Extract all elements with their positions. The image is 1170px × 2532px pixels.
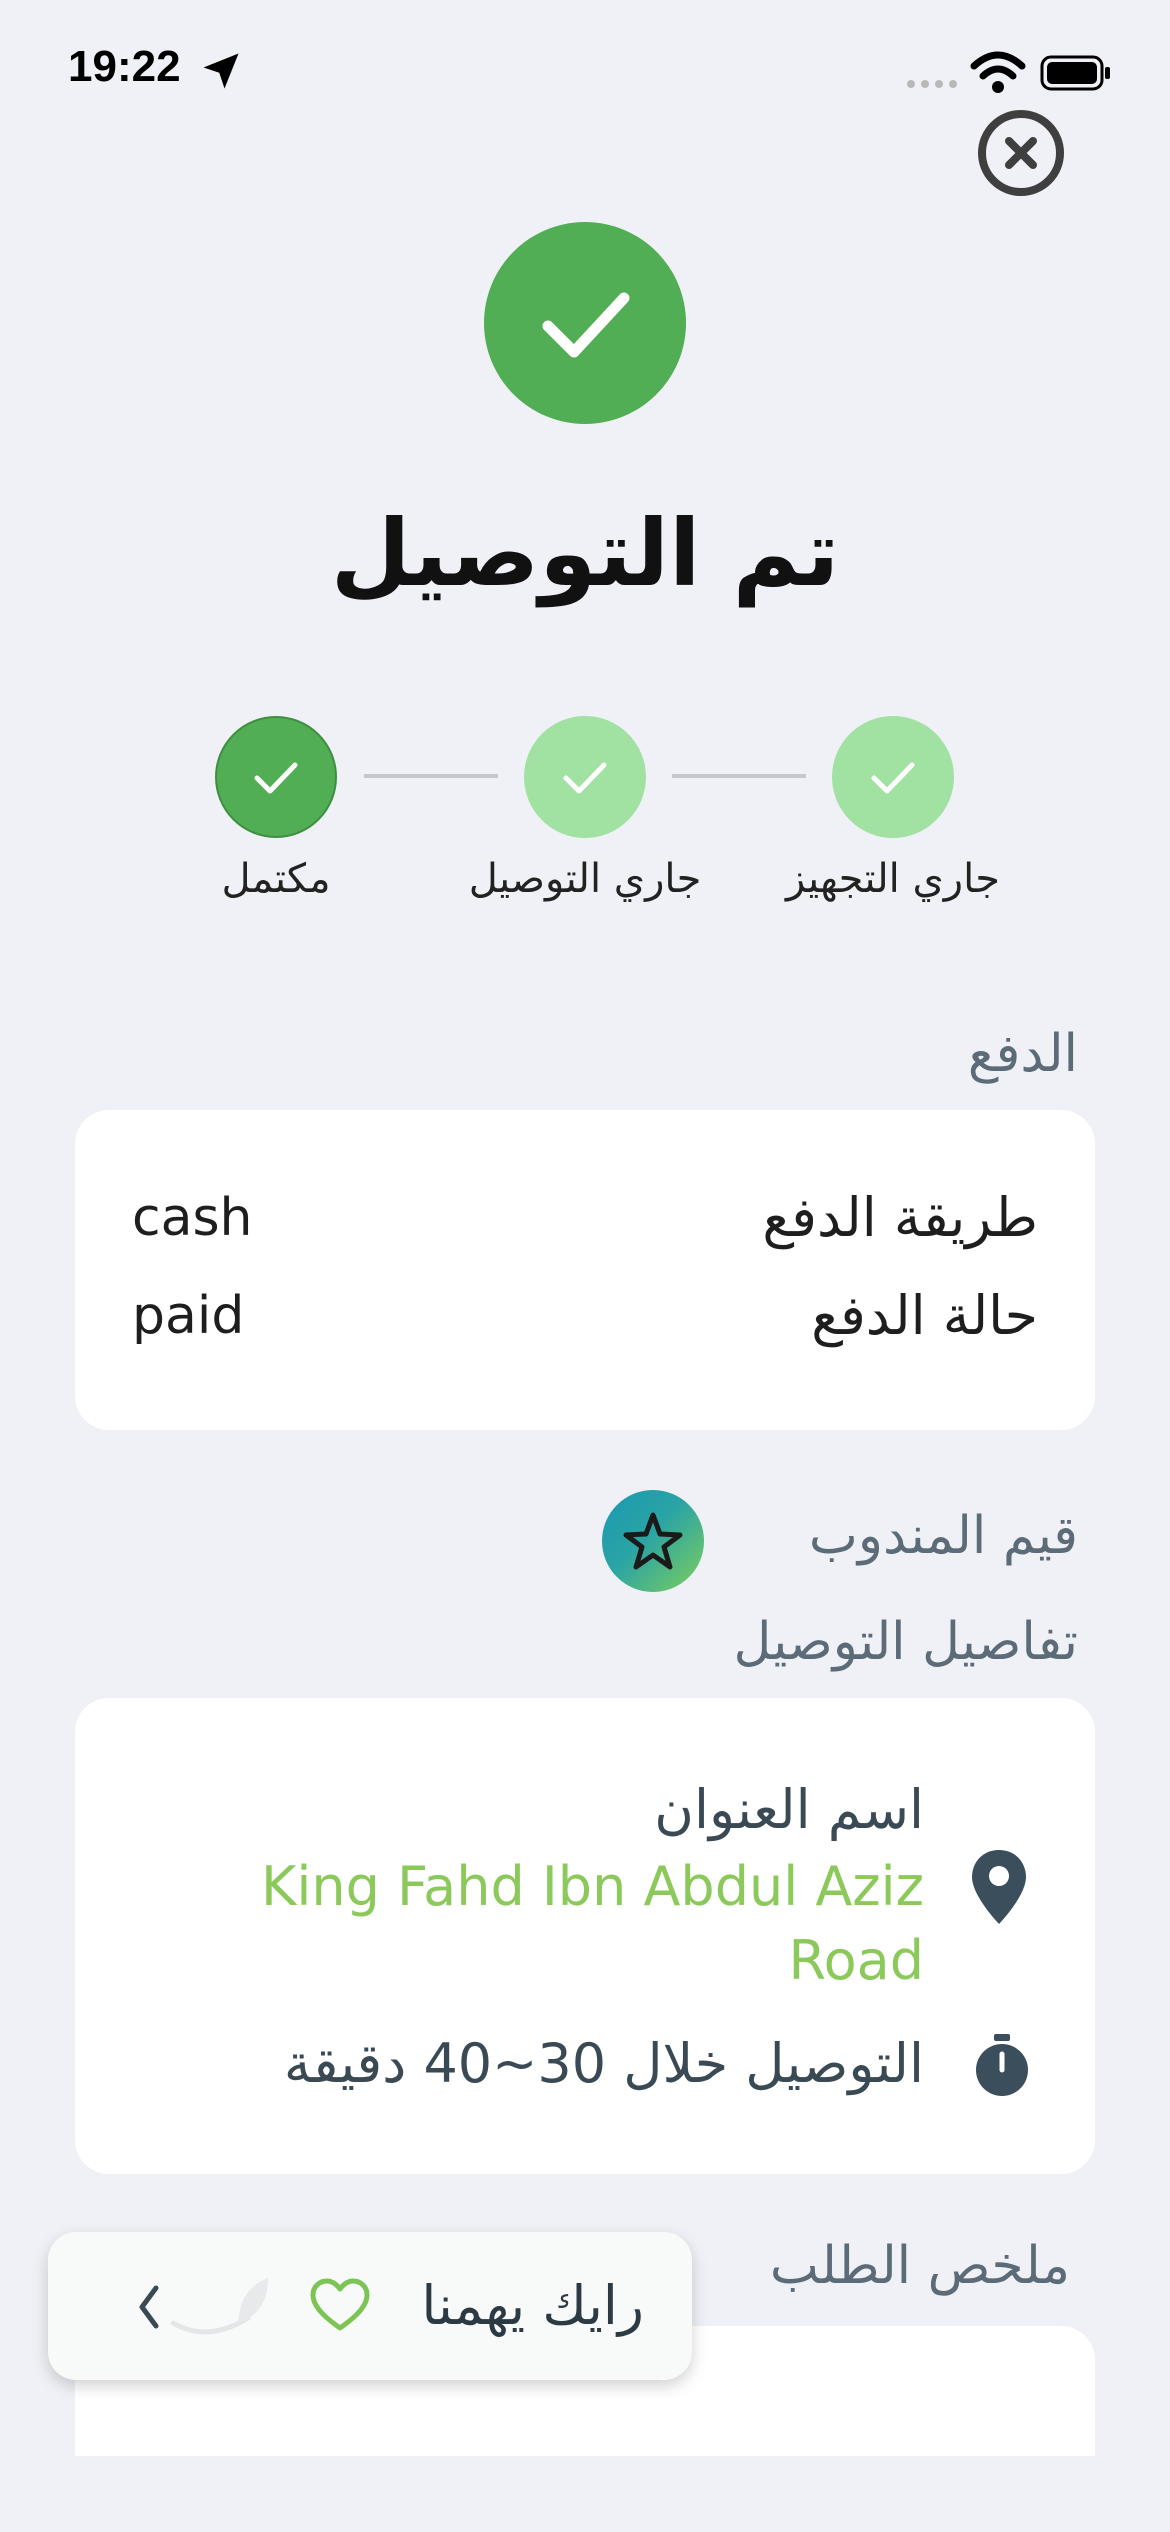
feedback-label: رايك يهمنا [421, 2274, 644, 2337]
cellular-signal-icon [907, 80, 957, 88]
address-label: اسم العنوان [654, 1778, 924, 1841]
battery-icon [1040, 55, 1110, 91]
leaf-decoration-icon [170, 2278, 268, 2335]
step-completed-circle [215, 716, 337, 838]
status-time: 19:22 [68, 42, 181, 91]
delivery-section-title: تفاصيل التوصيل [733, 1612, 1078, 1672]
timer-icon [976, 2034, 1028, 2096]
rate-driver-button[interactable] [602, 1490, 704, 1592]
close-button[interactable] [978, 110, 1064, 196]
step-connector [364, 774, 498, 778]
heart-icon [310, 2278, 370, 2331]
checkmark-icon [542, 292, 630, 358]
chevron-left-icon [139, 2285, 159, 2329]
feedback-button[interactable]: رايك يهمنا [48, 2232, 692, 2380]
payment-method-label: طريقة الدفع [762, 1186, 1038, 1249]
step-label: جاري التجهيز [785, 856, 1001, 902]
step-connector [672, 774, 806, 778]
location-pin-icon [972, 1850, 1026, 1924]
address-value: King Fahd Ibn Abdul Aziz Road [260, 1855, 924, 1992]
delivery-eta: التوصيل خلال 30~40 دقيقة [283, 2032, 924, 2095]
star-icon [623, 1512, 683, 1570]
step-delivering-circle [524, 716, 646, 838]
wifi-icon [970, 51, 1026, 93]
checkmark-icon [871, 762, 915, 794]
checkmark-icon [254, 762, 298, 794]
close-icon [1005, 137, 1037, 169]
rate-driver-label[interactable]: قيم المندوب [809, 1506, 1078, 1566]
step-label: مكتمل [221, 856, 331, 902]
page-title: تم التوصيل [330, 500, 840, 607]
checkmark-icon [563, 762, 607, 794]
step-label: جاري التوصيل [468, 856, 702, 902]
step-preparing-circle [832, 716, 954, 838]
payment-status-label: حالة الدفع [811, 1284, 1038, 1347]
payment-method-value: cash [132, 1188, 253, 1248]
order-summary-title: ملخص الطلب [769, 2236, 1070, 2296]
location-arrow-icon [203, 53, 239, 89]
payment-status-value: paid [132, 1286, 245, 1346]
payment-section-title: الدفع [967, 1024, 1078, 1084]
success-badge [484, 222, 686, 424]
payment-card [75, 1110, 1095, 1430]
